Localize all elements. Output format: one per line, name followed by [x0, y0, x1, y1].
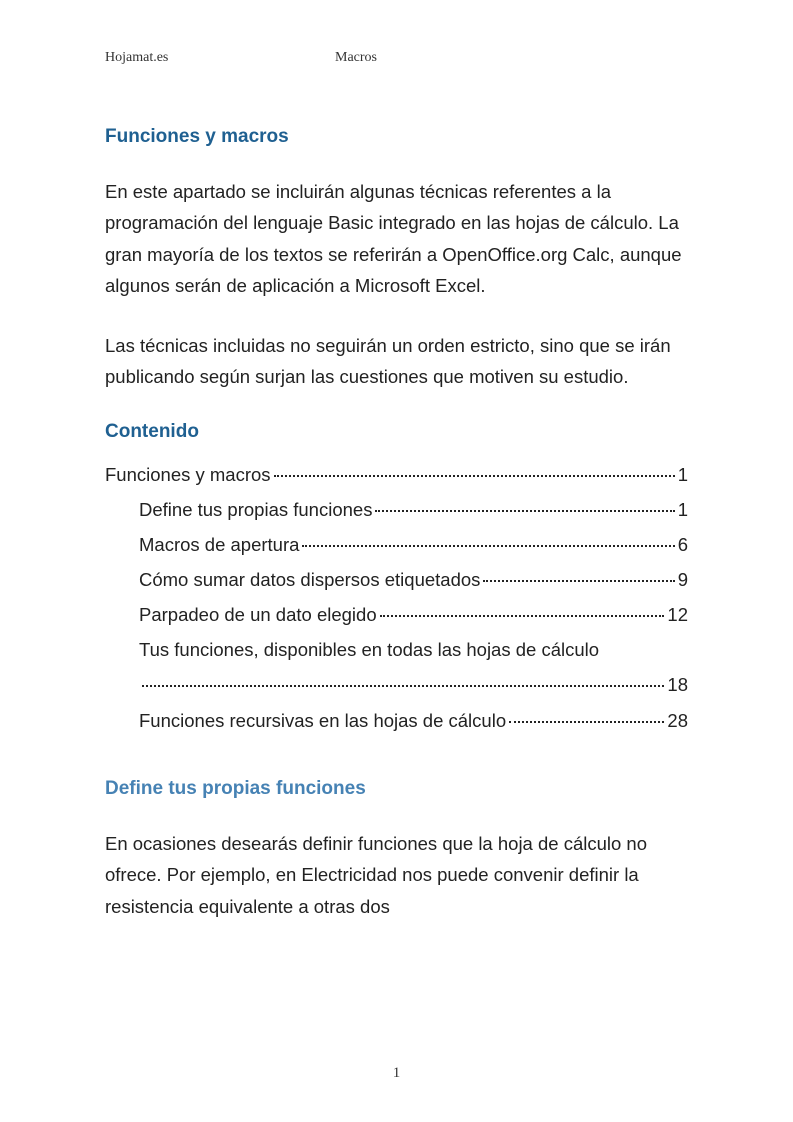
header-site: Hojamat.es — [105, 50, 335, 66]
header-topic: Macros — [335, 50, 377, 66]
section-heading: Define tus propias funciones — [105, 778, 688, 800]
toc-leader-dots — [380, 615, 665, 617]
page-header: Hojamat.es Macros — [105, 50, 688, 66]
toc-entry: Tus funciones, disponibles en todas las … — [105, 632, 688, 667]
toc-entry: Funciones y macros 1 — [105, 457, 688, 492]
toc-entry-page: 9 — [678, 562, 688, 597]
toc-leader-dots — [483, 580, 674, 582]
toc-entry: Funciones recursivas en las hojas de cál… — [105, 703, 688, 738]
toc-entry-page: 6 — [678, 527, 688, 562]
toc-entry: Cómo sumar datos dispersos etiquetados 9 — [105, 562, 688, 597]
toc-entry-title: Tus funciones, disponibles en todas las … — [139, 632, 599, 667]
toc-leader-dots — [375, 510, 674, 512]
toc-entry-title: Macros de apertura — [139, 527, 299, 562]
toc-entry-title: Funciones y macros — [105, 457, 271, 492]
toc-entry-page: 1 — [678, 492, 688, 527]
toc-entry: Define tus propias funciones 1 — [105, 492, 688, 527]
toc-entry-page: 1 — [678, 457, 688, 492]
section-paragraph-1: En ocasiones desearás definir funciones … — [105, 828, 688, 922]
toc-entry-page: 18 — [667, 667, 688, 702]
table-of-contents: Funciones y macros 1Define tus propias f… — [105, 457, 688, 738]
intro-paragraph-1: En este apartado se incluirán algunas té… — [105, 176, 688, 302]
toc-entry-title: Define tus propias funciones — [139, 492, 372, 527]
toc-entry-page: 28 — [667, 703, 688, 738]
toc-leader-dots — [509, 721, 664, 723]
doc-title: Funciones y macros — [105, 126, 688, 148]
toc-heading: Contenido — [105, 421, 688, 443]
intro-paragraph-2: Las técnicas incluidas no seguirán un or… — [105, 330, 688, 393]
toc-leader-dots — [302, 545, 674, 547]
toc-entry-page: 12 — [667, 597, 688, 632]
toc-leader-dots — [142, 685, 664, 687]
toc-entry-title: Funciones recursivas en las hojas de cál… — [139, 703, 506, 738]
toc-entry-title: Parpadeo de un dato elegido — [139, 597, 377, 632]
toc-entry-continuation: 18 — [105, 667, 688, 702]
toc-entry-title: Cómo sumar datos dispersos etiquetados — [139, 562, 480, 597]
toc-entry: Macros de apertura 6 — [105, 527, 688, 562]
toc-entry: Parpadeo de un dato elegido 12 — [105, 597, 688, 632]
toc-leader-dots — [274, 475, 675, 477]
document-page: Hojamat.es Macros Funciones y macros En … — [0, 0, 793, 962]
page-number: 1 — [0, 1065, 793, 1082]
